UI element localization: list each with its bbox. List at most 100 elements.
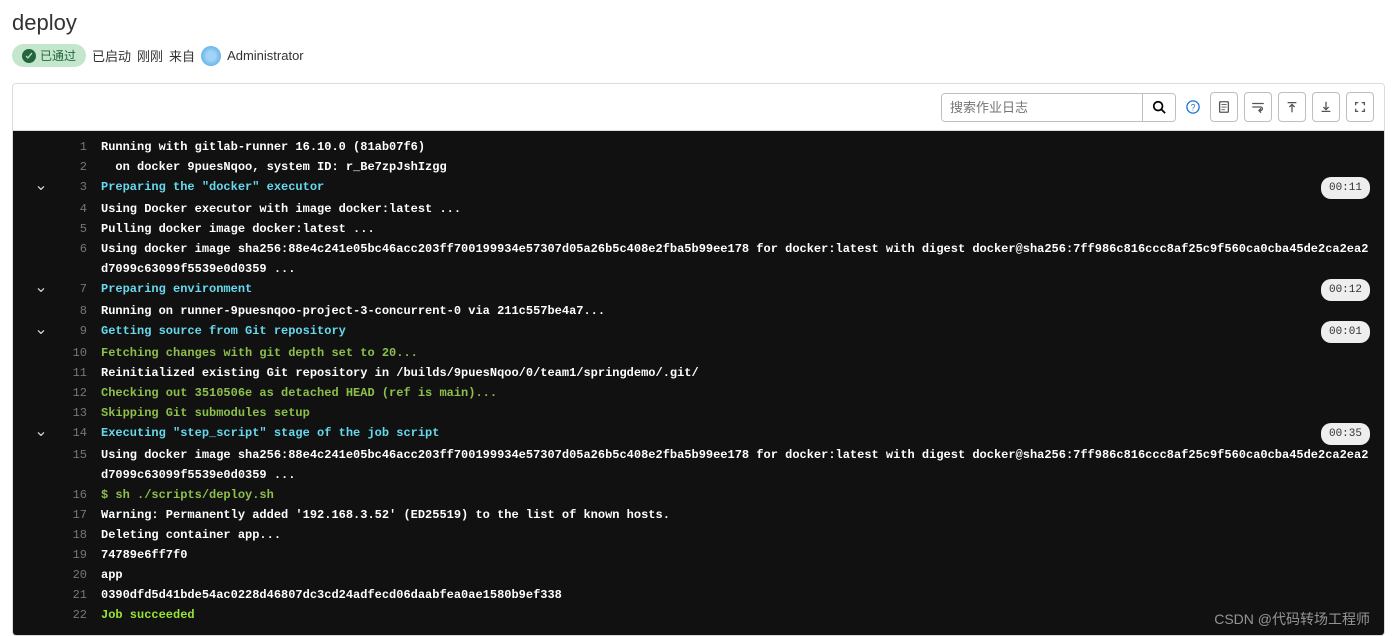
status-text: 已启动 [92, 46, 131, 65]
line-number: 17 [51, 505, 87, 525]
chevron-down-icon[interactable]: ⌄ [31, 423, 51, 441]
chevron-down-icon[interactable]: ⌄ [31, 177, 51, 195]
log-body[interactable]: 1 Running with gitlab-runner 16.10.0 (81a… [13, 131, 1384, 635]
wrap-button[interactable] [1244, 92, 1272, 122]
badge-label: 已通过 [40, 47, 76, 64]
log-text: $ sh ./scripts/deploy.sh [101, 485, 1372, 505]
help-button[interactable]: ? [1182, 92, 1204, 122]
user-link[interactable]: Administrator [227, 48, 304, 63]
wrap-icon [1251, 100, 1265, 114]
search-icon [1152, 100, 1166, 114]
fullscreen-button[interactable] [1346, 92, 1374, 122]
duration-pill: 00:35 [1321, 423, 1370, 445]
log-line: 5 Pulling docker image docker:latest ... [13, 219, 1384, 239]
line-number: 4 [51, 199, 87, 219]
log-line: 12 Checking out 3510506e as detached HEAD… [13, 383, 1384, 403]
log-text: on docker 9puesNqoo, system ID: r_Be7zpJ… [101, 157, 1372, 177]
line-number: 2 [51, 157, 87, 177]
duration-pill: 00:12 [1321, 279, 1370, 301]
log-line: 13 Skipping Git submodules setup [13, 403, 1384, 423]
line-number: 15 [51, 445, 87, 465]
check-icon [22, 49, 36, 63]
log-line: 15 Using docker image sha256:88e4c241e05b… [13, 445, 1384, 485]
log-line: 21 0390dfd5d41bde54ac0228d46807dc3cd24adf… [13, 585, 1384, 605]
raw-button[interactable] [1210, 92, 1238, 122]
log-line: 20 app [13, 565, 1384, 585]
log-text: Executing "step_script" stage of the job… [101, 423, 1321, 443]
job-header: deploy 已通过 已启动 刚刚 来自 Administrator [0, 0, 1397, 75]
log-text: Running on runner-9puesnqoo-project-3-co… [101, 301, 1372, 321]
log-toolbar: ? [13, 84, 1384, 131]
chevron-down-icon[interactable]: ⌄ [31, 279, 51, 297]
log-text: Skipping Git submodules setup [101, 403, 1372, 423]
duration-pill: 00:11 [1321, 177, 1370, 199]
log-line: ⌄7 Preparing environment00:12 [13, 279, 1384, 301]
log-line: 2 on docker 9puesNqoo, system ID: r_Be7z… [13, 157, 1384, 177]
log-text: Preparing the "docker" executor [101, 177, 1321, 197]
status-badge[interactable]: 已通过 [12, 44, 86, 67]
line-number: 14 [51, 423, 87, 443]
line-number: 3 [51, 177, 87, 197]
log-line: 17 Warning: Permanently added '192.168.3.… [13, 505, 1384, 525]
log-text: Checking out 3510506e as detached HEAD (… [101, 383, 1372, 403]
line-number: 13 [51, 403, 87, 423]
job-meta: 已通过 已启动 刚刚 来自 Administrator [12, 44, 1385, 67]
line-number: 12 [51, 383, 87, 403]
line-number: 10 [51, 343, 87, 363]
log-text: 0390dfd5d41bde54ac0228d46807dc3cd24adfec… [101, 585, 1372, 605]
search-button[interactable] [1142, 94, 1175, 121]
log-text: Pulling docker image docker:latest ... [101, 219, 1372, 239]
duration-pill: 00:01 [1321, 321, 1370, 343]
log-line: 19 74789e6ff7f0 [13, 545, 1384, 565]
help-icon: ? [1186, 100, 1200, 114]
log-text: Reinitialized existing Git repository in… [101, 363, 1372, 383]
line-number: 7 [51, 279, 87, 299]
log-line: 4 Using Docker executor with image docker… [13, 199, 1384, 219]
log-line: 11 Reinitialized existing Git repository … [13, 363, 1384, 383]
line-number: 5 [51, 219, 87, 239]
log-line: 18Deleting container app... [13, 525, 1384, 545]
svg-text:?: ? [1191, 103, 1196, 113]
scroll-top-button[interactable] [1278, 92, 1306, 122]
log-text: Running with gitlab-runner 16.10.0 (81ab… [101, 137, 1372, 157]
log-panel: ? 1 Running with gitlab-runner 16.10.0 (8… [12, 83, 1385, 636]
log-line: ⌄9 Getting source from Git repository00:0… [13, 321, 1384, 343]
log-text: Deleting container app... [101, 525, 1372, 545]
job-title: deploy [12, 10, 1385, 36]
log-text: app [101, 565, 1372, 585]
log-text: Fetching changes with git depth set to 2… [101, 343, 1372, 363]
arrow-down-bar-icon [1319, 100, 1333, 114]
line-number: 16 [51, 485, 87, 505]
log-line: 8 Running on runner-9puesnqoo-project-3-c… [13, 301, 1384, 321]
log-text: 74789e6ff7f0 [101, 545, 1372, 565]
line-number: 8 [51, 301, 87, 321]
search-wrap [941, 93, 1176, 122]
log-line: 6 Using docker image sha256:88e4c241e05bc… [13, 239, 1384, 279]
log-line: 10 Fetching changes with git depth set to… [13, 343, 1384, 363]
from-text: 来自 [169, 46, 195, 65]
time-text: 刚刚 [137, 46, 163, 65]
log-text: Warning: Permanently added '192.168.3.52… [101, 505, 1372, 525]
fullscreen-icon [1353, 100, 1367, 114]
line-number: 6 [51, 239, 87, 259]
log-line: 16 $ sh ./scripts/deploy.sh [13, 485, 1384, 505]
line-number: 20 [51, 565, 87, 585]
avatar[interactable] [201, 46, 221, 66]
scroll-bottom-button[interactable] [1312, 92, 1340, 122]
log-text: Getting source from Git repository [101, 321, 1321, 341]
chevron-down-icon[interactable]: ⌄ [31, 321, 51, 339]
log-text: Using docker image sha256:88e4c241e05bc4… [101, 239, 1372, 279]
line-number: 11 [51, 363, 87, 383]
line-number: 19 [51, 545, 87, 565]
log-text: Preparing environment [101, 279, 1321, 299]
line-number: 9 [51, 321, 87, 341]
line-number: 22 [51, 605, 87, 625]
line-number: 1 [51, 137, 87, 157]
log-line: 22 Job succeeded [13, 605, 1384, 625]
search-input[interactable] [942, 94, 1142, 121]
log-text: Job succeeded [101, 605, 1372, 625]
line-number: 21 [51, 585, 87, 605]
log-text: Using Docker executor with image docker:… [101, 199, 1372, 219]
log-text: Using docker image sha256:88e4c241e05bc4… [101, 445, 1372, 485]
log-line: ⌄14 Executing "step_script" stage of the … [13, 423, 1384, 445]
